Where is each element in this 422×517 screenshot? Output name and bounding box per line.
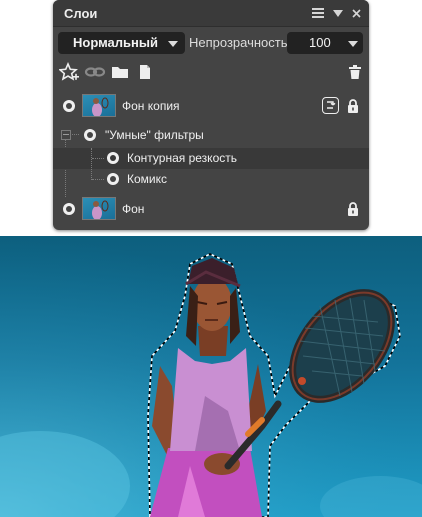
new-layer-icon[interactable]: [135, 62, 155, 82]
visibility-icon[interactable]: [107, 173, 119, 185]
layer-row-background-copy[interactable]: Фон копия: [53, 92, 369, 120]
trash-icon[interactable]: [345, 62, 365, 82]
filter-row-comic[interactable]: Комикс: [53, 169, 369, 190]
panel-titlebar[interactable]: Слои: [53, 0, 369, 27]
blend-mode-value: Нормальный: [73, 35, 158, 50]
layer-row-background[interactable]: Фон: [53, 195, 369, 223]
close-icon[interactable]: [348, 4, 364, 22]
lock-icon: [345, 98, 361, 114]
smart-filters-row[interactable]: "Умные" фильтры: [53, 124, 369, 197]
layer-name: Фон: [122, 202, 145, 216]
tree-line: [70, 134, 79, 135]
chevron-down-icon: [168, 41, 178, 47]
document-canvas[interactable]: [0, 236, 422, 517]
star-add-icon[interactable]: [58, 61, 79, 82]
visibility-icon[interactable]: [63, 203, 75, 215]
opacity-value: 100: [309, 35, 331, 50]
layer-thumbnail: [82, 94, 116, 117]
lock-icon: [345, 201, 361, 217]
collapse-toggle-icon[interactable]: [61, 130, 71, 140]
smart-filters-label: "Умные" фильтры: [105, 128, 204, 142]
layer-thumbnail: [82, 197, 116, 220]
layer-name: Фон копия: [122, 99, 180, 113]
blend-mode-select[interactable]: Нормальный: [58, 32, 185, 54]
filter-name: Контурная резкость: [127, 151, 237, 165]
visibility-icon[interactable]: [63, 100, 75, 112]
opacity-label: Непрозрачность: [189, 35, 288, 50]
panel-title: Слои: [64, 6, 98, 21]
folder-icon[interactable]: [110, 62, 130, 82]
tree-line: [92, 158, 104, 159]
tree-line: [92, 179, 104, 180]
link-mask-icon[interactable]: [84, 62, 106, 82]
triangle-down-icon[interactable]: [330, 4, 346, 22]
hamburger-icon[interactable]: [310, 4, 326, 22]
canvas-image: [0, 236, 422, 517]
filter-row-unsharp[interactable]: Контурная резкость: [53, 148, 369, 180]
visibility-icon[interactable]: [84, 129, 96, 141]
link-icon[interactable]: [322, 97, 339, 114]
filter-name: Комикс: [127, 172, 168, 186]
visibility-icon[interactable]: [107, 152, 119, 164]
layers-panel: Слои Нормальный Непрозрачность 100 Фон к…: [53, 0, 369, 230]
opacity-field[interactable]: 100: [287, 32, 363, 54]
chevron-down-icon: [348, 41, 358, 47]
